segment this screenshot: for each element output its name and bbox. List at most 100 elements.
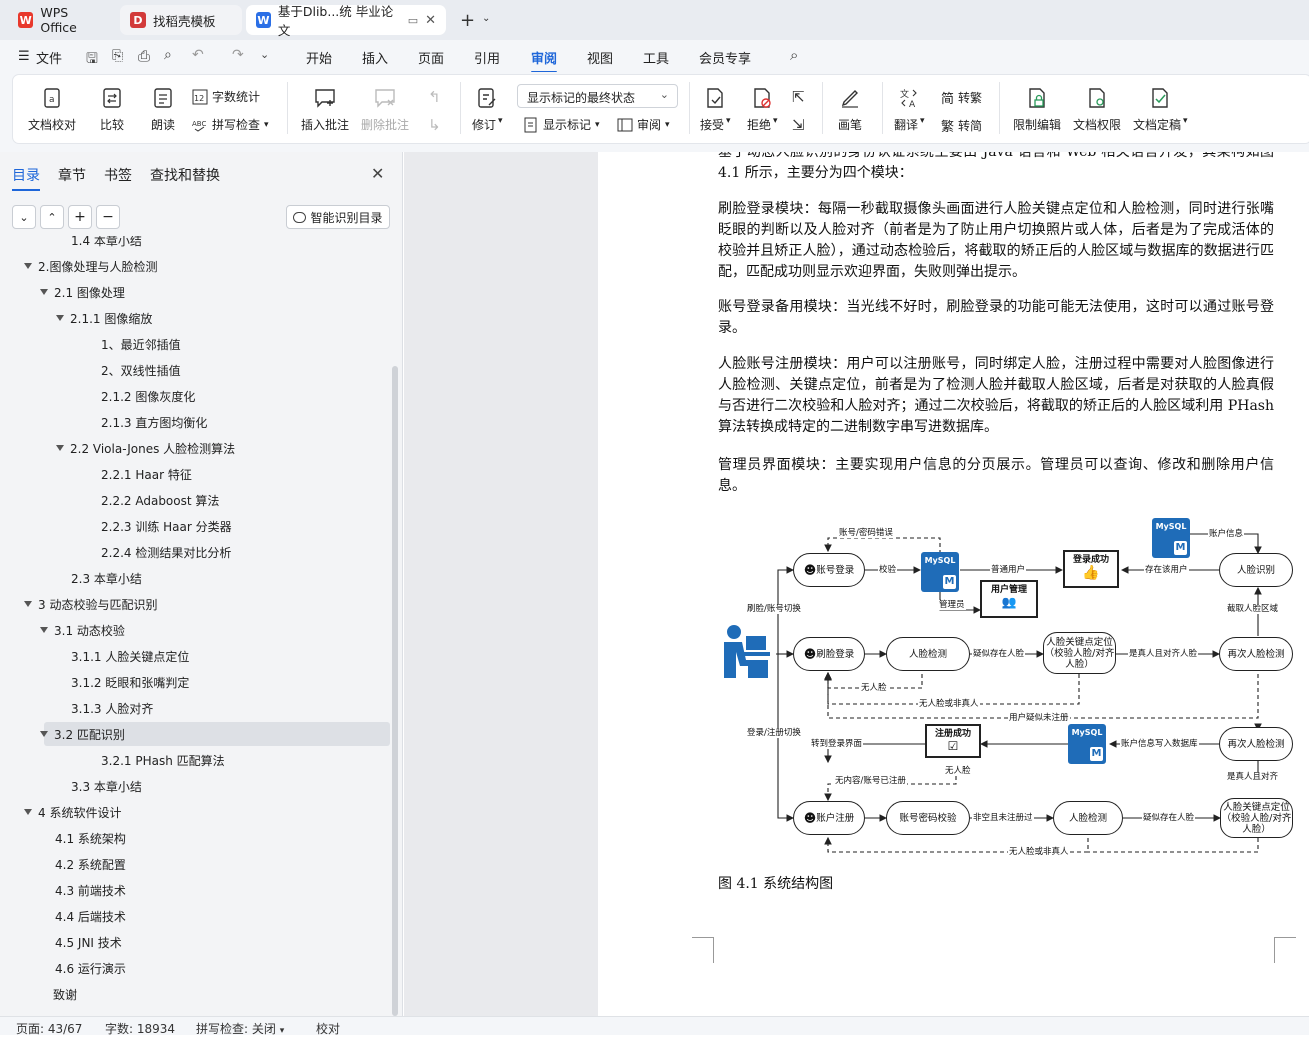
toc-item[interactable]: 2.1.3 直方图均衡化 [0,410,392,434]
reject-button[interactable]: 拒绝 ▾ [747,86,778,133]
toc-item[interactable]: 3 动态校验与匹配识别 [0,592,392,616]
monitor-icon[interactable]: ▭ [408,14,418,27]
nav-tab-toc[interactable]: 目录 [12,165,40,191]
menu-tab-view[interactable]: 视图 [587,48,613,67]
word-count-indicator[interactable]: 字数: 18934 [105,1020,175,1037]
next-comment-icon[interactable]: ↳ [428,116,441,134]
toc-item[interactable]: 2.1.1 图像缩放 [0,306,392,330]
review-pane-button[interactable]: 审阅 ▾ [617,116,670,133]
redo-icon[interactable]: ↷ [232,47,244,63]
compare-button[interactable]: 比较 [100,86,124,133]
prev-comment-icon[interactable]: ↰ [428,88,441,106]
toc-item[interactable]: 1、最近邻插值 [0,332,392,356]
add-heading-button[interactable]: + [68,205,92,229]
toc-item[interactable]: 4.1 系统架构 [0,826,392,850]
toc-item[interactable]: 2.图像处理与人脸检测 [0,254,392,278]
expand-triangle-icon[interactable] [56,315,64,321]
menu-tab-home[interactable]: 开始 [306,48,332,67]
toc-item[interactable]: 4.6 运行演示 [0,956,392,980]
doc-permission-button[interactable]: 文档权限 [1073,86,1121,133]
level-up-button[interactable]: ⌃ [40,205,64,229]
menu-tab-reference[interactable]: 引用 [474,48,500,67]
revise-button[interactable]: 修订 ▾ [472,86,503,133]
proofread-indicator[interactable]: 校对 [316,1020,340,1037]
menu-tab-review[interactable]: 审阅 [531,48,558,73]
tab-document[interactable]: W 基于Dlib...统 毕业论文 ▭ ✕ [246,4,446,38]
finalize-button[interactable]: 文档定稿 ▾ [1133,86,1188,133]
toc-item[interactable]: 2.1 图像处理 [0,280,392,304]
menu-tab-tools[interactable]: 工具 [643,48,669,67]
toc-item[interactable]: 3.1 动态校验 [0,618,392,642]
toc-item[interactable]: 2.1.2 图像灰度化 [0,384,392,408]
page-indicator[interactable]: 页面: 43/67 [16,1020,82,1037]
expand-triangle-icon[interactable] [40,731,48,737]
toc-item[interactable]: 2、双线性插值 [0,358,392,382]
spell-check-indicator[interactable]: 拼写检查: 关闭 ▾ [196,1020,284,1037]
toc-item[interactable]: 4.2 系统配置 [0,852,392,876]
toc-item[interactable]: 3.1.2 眨眼和张嘴判定 [0,670,392,694]
expand-triangle-icon[interactable] [40,289,48,295]
toc-item[interactable]: 4.5 JNI 技术 [0,930,392,954]
preview-icon[interactable]: ⌕ [164,47,172,63]
toc-item[interactable]: 2.2.2 Adaboost 算法 [0,488,392,512]
toc-item[interactable]: 2.2.4 检测结果对比分析 [0,540,392,564]
prev-change-icon[interactable]: ⇱ [792,88,805,106]
toc-item[interactable]: 2.3 本章小结 [0,566,392,590]
restrict-edit-button[interactable]: 限制编辑 [1013,86,1061,133]
save-icon[interactable]: 🖫 [86,48,98,72]
doc-check-button[interactable]: a 文档校对 [28,86,76,133]
nav-tab-find-replace[interactable]: 查找和替换 [150,165,220,185]
toc-item[interactable]: 3.1.1 人脸关键点定位 [0,644,392,668]
show-markup-button[interactable]: 显示标记 ▾ [523,116,600,133]
expand-triangle-icon[interactable] [24,263,32,269]
toc-item[interactable]: 2.2 Viola-Jones 人脸检测算法 [0,436,392,460]
menu-tab-insert[interactable]: 插入 [362,48,388,67]
spell-check-button[interactable]: ABC 拼写检查 ▾ [192,116,269,133]
toc-item[interactable]: 3.3 本章小结 [0,774,392,798]
nav-tab-chapters[interactable]: 章节 [58,165,86,185]
chevron-down-icon[interactable]: ⌄ [482,13,490,24]
toc-item[interactable]: 4.4 后端技术 [0,904,392,928]
tab-wps-office[interactable]: W WPS Office [8,5,116,35]
translate-button[interactable]: 文A 翻译 ▾ [894,86,925,133]
insert-comment-button[interactable]: 插入批注 [301,86,349,133]
menu-tab-page[interactable]: 页面 [418,48,444,67]
read-aloud-button[interactable]: 朗读 [151,86,175,133]
undo-icon[interactable]: ↶ [192,47,204,63]
markup-state-dropdown[interactable]: 显示标记的最终状态 ⌄ [517,84,678,108]
chevron-down-icon[interactable]: ⌄ [260,48,269,61]
tab-template[interactable]: D 找稻壳模板 [120,5,242,35]
toc-item[interactable]: 3.2 匹配识别 [40,722,390,746]
accept-button[interactable]: 接受 ▾ [700,86,731,133]
share-icon[interactable]: ⎘ [112,48,123,64]
next-change-icon[interactable]: ⇲ [792,116,805,134]
smart-toc-button[interactable]: 智能识别目录 [286,205,390,229]
toc-item[interactable]: 致谢 [0,982,392,1006]
toc-scrollbar[interactable] [392,366,398,1016]
print-icon[interactable]: ⎙ [138,47,150,65]
toc-item[interactable]: 1.4 本章小结 [0,236,392,252]
delete-comment-button[interactable]: 删除批注 [361,86,409,133]
toc-item[interactable]: 3.2.1 PHash 匹配算法 [0,748,392,772]
toc-item[interactable]: 2.2.1 Haar 特征 [0,462,392,486]
file-menu[interactable]: 文件 [36,48,62,67]
toc-item[interactable]: 2.2.3 训练 Haar 分类器 [0,514,392,538]
to-traditional-button[interactable]: 简 转繁 [941,88,982,107]
close-icon[interactable]: ✕ [371,164,384,183]
hamburger-icon[interactable]: ☰ [18,49,30,64]
new-tab-plus-icon[interactable]: + [460,10,475,31]
expand-triangle-icon[interactable] [24,809,32,815]
expand-triangle-icon[interactable] [40,627,48,633]
expand-triangle-icon[interactable] [24,601,32,607]
collapse-all-button[interactable]: ⌄ [12,205,36,229]
remove-heading-button[interactable]: − [96,205,120,229]
pen-button[interactable]: 画笔 [838,86,862,133]
close-icon[interactable]: ✕ [425,13,436,28]
menu-tab-vip[interactable]: 会员专享 [699,48,751,67]
search-icon[interactable]: ⌕ [790,46,798,64]
toc-item[interactable]: 4.3 前端技术 [0,878,392,902]
nav-tab-bookmarks[interactable]: 书签 [104,165,132,185]
toc-item[interactable]: 4 系统软件设计 [0,800,392,824]
to-simplified-button[interactable]: 繁 转简 [941,116,982,135]
expand-triangle-icon[interactable] [56,445,64,451]
